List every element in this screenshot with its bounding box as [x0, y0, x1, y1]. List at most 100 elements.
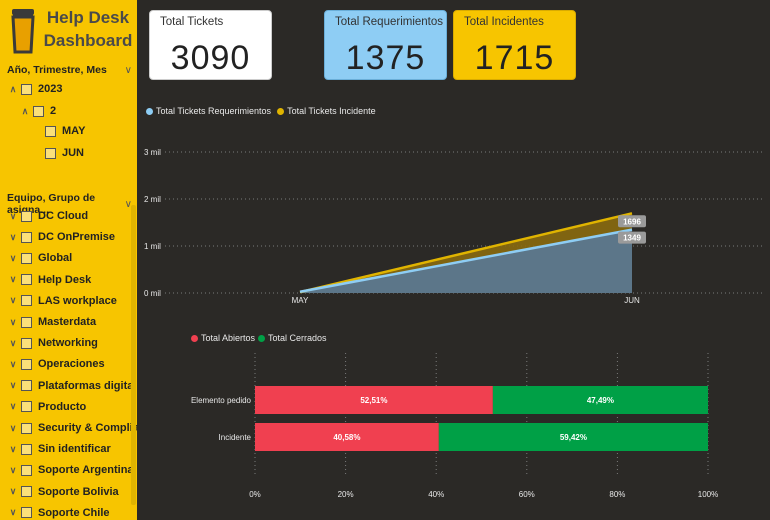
team-slicer-item[interactable]: ∨ LAS workplace [7, 292, 117, 310]
team-slicer-item-label: Global [38, 252, 73, 265]
x-tick-label: MAY [292, 296, 309, 305]
team-slicer-item[interactable]: ∨ DC Cloud [7, 207, 88, 225]
expand-icon[interactable]: ∨ [7, 423, 19, 434]
beer-glass-icon [11, 9, 35, 54]
team-slicer-item[interactable]: ∨ Networking [7, 334, 98, 352]
checkbox[interactable] [21, 401, 32, 413]
legend-dot [258, 334, 266, 342]
team-slicer-item-label: Sin identificar [38, 443, 111, 456]
checkbox[interactable] [21, 464, 32, 476]
category-label: Elemento pedido [191, 396, 252, 405]
team-slicer-item[interactable]: ∨ Soporte Bolivia [7, 483, 119, 501]
expand-icon[interactable]: ∨ [7, 317, 19, 328]
checkbox[interactable] [21, 252, 32, 264]
total-tickets-card: Total Tickets 3090 [149, 10, 272, 80]
card-label: Total Requerimientos [335, 16, 444, 28]
title-line-2: Dashboard [43, 31, 133, 50]
expand-icon[interactable]: ∨ [7, 507, 19, 518]
area-chart-legend: Total Tickets Requerimientos Total Ticke… [146, 106, 376, 116]
tree-item-label: 2 [50, 105, 57, 117]
team-slicer-item-label: Masterdata [38, 316, 97, 328]
team-slicer-item[interactable]: ∨ Operaciones [7, 355, 105, 373]
filter-sidebar: Help Desk Dashboard Año, Trimestre, Mes … [0, 0, 137, 520]
expand-icon[interactable]: ∨ [7, 401, 19, 412]
checkbox[interactable] [21, 295, 32, 307]
date-slicer-title: Año, Trimestre, Mes [7, 64, 107, 76]
collapse-icon[interactable]: ∧ [19, 106, 31, 117]
checkbox[interactable] [21, 380, 32, 392]
team-slicer-item[interactable]: ∨ Masterdata [7, 313, 96, 331]
checkbox[interactable] [21, 358, 32, 370]
expand-icon[interactable]: ∨ [7, 253, 19, 264]
expand-icon[interactable]: ∨ [7, 274, 19, 285]
tree-item-month-jun[interactable]: JUN [45, 144, 84, 162]
team-slicer-item[interactable]: ∨ Soporte Chile [7, 504, 110, 520]
legend-label: Total Tickets Requerimientos [156, 106, 272, 116]
title-line-1: Help Desk [46, 8, 130, 27]
tree-item-month-may[interactable]: MAY [45, 122, 85, 140]
team-slicer-item-label: Soporte Chile [38, 506, 110, 519]
team-slicer-item[interactable]: ∨ DC OnPremise [7, 228, 115, 246]
team-slicer-item[interactable]: ∨ Help Desk [7, 271, 92, 289]
date-slicer-header[interactable]: Año, Trimestre, Mes ∨ [7, 64, 132, 76]
checkbox[interactable] [21, 210, 32, 222]
checkbox[interactable] [21, 274, 32, 286]
team-slicer-item-label: Help Desk [38, 273, 92, 286]
expand-icon[interactable]: ∨ [7, 295, 19, 306]
category-label: Incidente [219, 433, 252, 442]
checkbox[interactable] [21, 83, 32, 95]
team-slicer-item-label: Producto [38, 400, 87, 413]
data-label: 1349 [623, 234, 641, 243]
x-tick-label: 60% [519, 490, 535, 499]
chevron-down-icon[interactable]: ∨ [125, 65, 132, 76]
checkbox[interactable] [45, 125, 56, 137]
tree-item-quarter[interactable]: ∧ 2 [19, 102, 56, 120]
checkbox[interactable] [21, 486, 32, 498]
expand-icon[interactable]: ∨ [7, 465, 19, 476]
team-slicer-item[interactable]: ∨ Global [7, 249, 73, 267]
card-value: 1715 [474, 39, 555, 77]
y-tick-label: 1 mil [144, 242, 161, 251]
expand-icon[interactable]: ∨ [7, 338, 19, 349]
tree-item-year[interactable]: ∧ 2023 [7, 80, 63, 98]
x-tick-label: 20% [338, 490, 354, 499]
y-tick-label: 0 mil [144, 289, 161, 298]
team-slicer-item[interactable]: ∨ Plataformas digital... [7, 377, 137, 395]
data-label: 47,49% [587, 396, 614, 405]
checkbox[interactable] [33, 105, 44, 117]
team-slicer-item[interactable]: ∨ Sin identificar [7, 440, 111, 458]
team-slicer-item[interactable]: ∨ Security & Complia... [7, 419, 137, 437]
legend-label: Total Tickets Incidente [287, 106, 376, 116]
team-slicer-item-label: Security & Complia... [38, 422, 137, 434]
card-label: Total Tickets [160, 16, 224, 28]
expand-icon[interactable]: ∨ [7, 232, 19, 243]
expand-icon[interactable]: ∨ [7, 211, 19, 222]
expand-icon[interactable]: ∨ [7, 486, 19, 497]
legend-label: Total Cerrados [268, 333, 327, 343]
tree-item-label: JUN [62, 147, 85, 159]
checkbox[interactable] [21, 422, 32, 434]
team-slicer-item[interactable]: ∨ Soporte Argentina [7, 461, 134, 479]
checkbox[interactable] [45, 147, 56, 159]
expand-icon[interactable]: ∨ [7, 380, 19, 391]
team-slicer-item[interactable]: ∨ Producto [7, 398, 87, 416]
collapse-icon[interactable]: ∧ [7, 84, 19, 95]
checkbox[interactable] [21, 337, 32, 349]
checkbox[interactable] [21, 507, 32, 519]
checkbox[interactable] [21, 443, 32, 455]
x-tick-label: 0% [249, 490, 261, 499]
y-tick-label: 2 mil [144, 195, 161, 204]
data-label: 40,58% [333, 433, 360, 442]
y-tick-label: 3 mil [144, 148, 161, 157]
team-slicer-item-label: Operaciones [38, 358, 105, 371]
slicer-scrollbar[interactable] [131, 205, 136, 505]
checkbox[interactable] [21, 231, 32, 243]
x-tick-label: 80% [609, 490, 625, 499]
stacked-bar-chart: 0% 20% 40% 60% 80% 100% Elemento pedido 52,51% 4… [191, 353, 718, 499]
checkbox[interactable] [21, 316, 32, 328]
legend-dot [146, 107, 153, 115]
expand-icon[interactable]: ∨ [7, 359, 19, 370]
expand-icon[interactable]: ∨ [7, 444, 19, 455]
team-slicer-item-label: Networking [38, 337, 98, 350]
tree-item-label: MAY [62, 125, 86, 137]
